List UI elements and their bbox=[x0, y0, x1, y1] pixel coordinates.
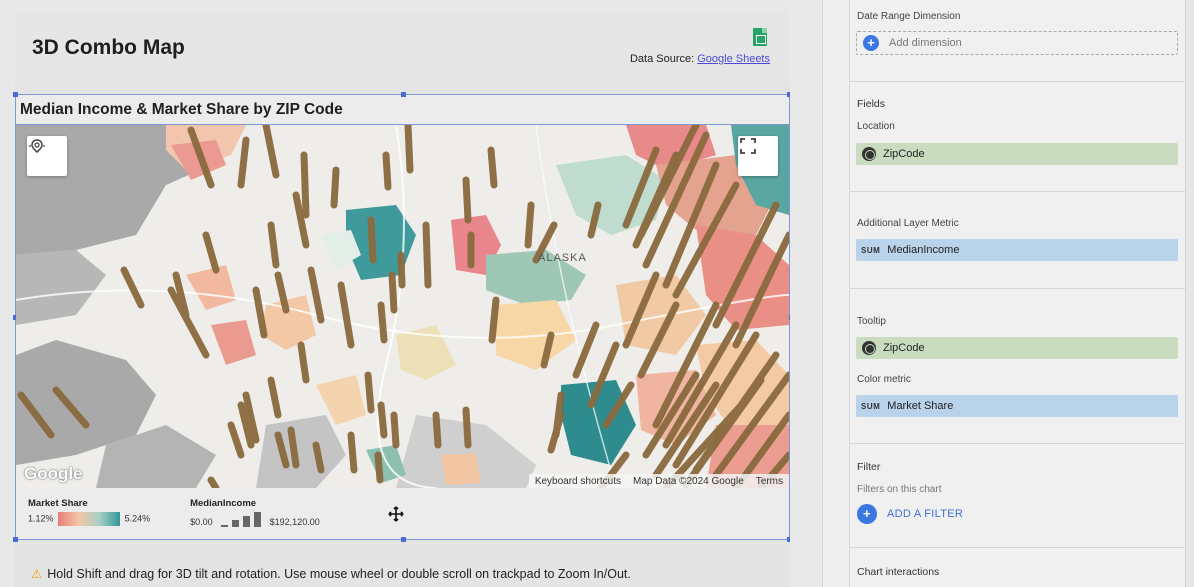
additional-metric-name: MedianIncome bbox=[887, 244, 960, 256]
median-income-legend: MedianIncome $0.00 $192,120.00 bbox=[190, 498, 320, 527]
location-button[interactable] bbox=[27, 136, 67, 176]
location-field-chip[interactable]: ZipCode bbox=[856, 143, 1178, 165]
add-filter-label: ADD A FILTER bbox=[887, 508, 964, 520]
globe-icon bbox=[862, 341, 876, 355]
panel-gutter bbox=[790, 0, 820, 587]
map-view[interactable]: ALASKA Google Keyboard shortcuts Map Dat… bbox=[16, 125, 789, 488]
median-income-bar-scale bbox=[221, 512, 262, 527]
median-income-min: $0.00 bbox=[190, 517, 213, 527]
tooltip-field-name: ZipCode bbox=[883, 342, 925, 354]
tooltip-label: Tooltip bbox=[857, 316, 886, 327]
color-metric-name: Market Share bbox=[887, 400, 954, 412]
add-filter-button[interactable]: + ADD A FILTER bbox=[857, 504, 963, 524]
color-metric-label: Color metric bbox=[857, 374, 911, 385]
tooltip-section: Tooltip ZipCode Color metric SUM Market … bbox=[850, 289, 1185, 444]
panel-divider bbox=[822, 0, 850, 587]
resize-handle-tl[interactable] bbox=[13, 92, 18, 97]
market-share-max: 5.24% bbox=[124, 513, 151, 524]
location-label: Location bbox=[857, 121, 895, 132]
date-range-dimension-label: Date Range Dimension bbox=[857, 11, 961, 22]
additional-metric-chip[interactable]: SUM MedianIncome bbox=[856, 239, 1178, 261]
app-root: 3D Combo Map Data Source: Google Sheets … bbox=[0, 0, 1194, 587]
color-metric-chip[interactable]: SUM Market Share bbox=[856, 395, 1178, 417]
terms-link[interactable]: Terms bbox=[756, 476, 783, 487]
resize-handle-tc[interactable] bbox=[401, 92, 406, 97]
report-canvas: 3D Combo Map Data Source: Google Sheets … bbox=[13, 12, 792, 587]
report-title: 3D Combo Map bbox=[32, 36, 185, 59]
map-canvas[interactable] bbox=[16, 125, 789, 488]
filter-section: Filter Filters on this chart + ADD A FIL… bbox=[850, 444, 1185, 548]
market-share-legend-title: Market Share bbox=[28, 498, 88, 509]
location-field-name: ZipCode bbox=[883, 148, 925, 160]
add-icon: + bbox=[857, 504, 877, 524]
data-source-label: Data Source: bbox=[629, 53, 695, 65]
globe-icon bbox=[862, 147, 876, 161]
map-legend: Market Share 1.12% 5.24% MedianIncome $0… bbox=[28, 498, 320, 527]
fullscreen-icon bbox=[740, 138, 756, 154]
tooltip-field-chip[interactable]: ZipCode bbox=[856, 337, 1178, 359]
map-region-label: ALASKA bbox=[538, 252, 587, 264]
filters-on-chart-label: Filters on this chart bbox=[857, 484, 942, 495]
fields-section: Fields Location ZipCode bbox=[850, 82, 1185, 192]
location-pin-icon bbox=[29, 139, 45, 153]
move-cursor-icon bbox=[388, 506, 404, 522]
data-source-link[interactable]: Google Sheets bbox=[697, 53, 770, 65]
chart-title: Median Income & Market Share by ZIP Code bbox=[20, 101, 343, 118]
fields-heading: Fields bbox=[857, 98, 886, 110]
median-income-max: $192,120.00 bbox=[269, 517, 320, 527]
data-source: Data Source: Google Sheets bbox=[630, 53, 770, 65]
resize-handle-bc[interactable] bbox=[401, 537, 406, 542]
warning-icon: ⚠ bbox=[31, 567, 43, 581]
additional-layer-section: Additional Layer Metric SUM MedianIncome bbox=[850, 192, 1185, 289]
map-hint: ⚠ Hold Shift and drag for 3D tilt and rot… bbox=[31, 566, 631, 581]
aggregation-badge: SUM bbox=[861, 401, 881, 411]
add-dimension-button[interactable]: + Add dimension bbox=[856, 31, 1178, 55]
add-dimension-label: Add dimension bbox=[889, 37, 962, 49]
market-share-legend: Market Share 1.12% 5.24% bbox=[28, 498, 150, 527]
map-attribution: Keyboard shortcuts Map Data ©2024 Google… bbox=[528, 474, 789, 488]
median-income-legend-title: MedianIncome bbox=[190, 498, 257, 509]
map-hint-text: Hold Shift and drag for 3D tilt and rota… bbox=[47, 567, 631, 581]
date-range-section: Date Range Dimension + Add dimension bbox=[850, 0, 1185, 82]
add-icon: + bbox=[863, 35, 879, 51]
properties-panel: Date Range Dimension + Add dimension Fie… bbox=[850, 0, 1185, 587]
panel-scroll-edge[interactable] bbox=[1185, 0, 1194, 587]
report-header: 3D Combo Map Data Source: Google Sheets bbox=[15, 12, 790, 82]
google-logo: Google bbox=[24, 464, 83, 483]
additional-layer-metric-label: Additional Layer Metric bbox=[857, 218, 959, 229]
aggregation-badge: SUM bbox=[861, 245, 881, 255]
resize-handle-bl[interactable] bbox=[13, 537, 18, 542]
keyboard-shortcuts-link[interactable]: Keyboard shortcuts bbox=[535, 476, 621, 487]
fullscreen-button[interactable] bbox=[738, 136, 778, 176]
google-sheets-icon bbox=[753, 28, 767, 46]
map-chart[interactable]: Median Income & Market Share by ZIP Code bbox=[13, 92, 792, 542]
filter-heading: Filter bbox=[857, 461, 881, 473]
map-data-credit: Map Data ©2024 Google bbox=[632, 475, 744, 487]
market-share-gradient bbox=[58, 512, 121, 526]
market-share-min: 1.12% bbox=[28, 513, 54, 524]
chart-interactions-heading: Chart interactions bbox=[857, 566, 940, 578]
